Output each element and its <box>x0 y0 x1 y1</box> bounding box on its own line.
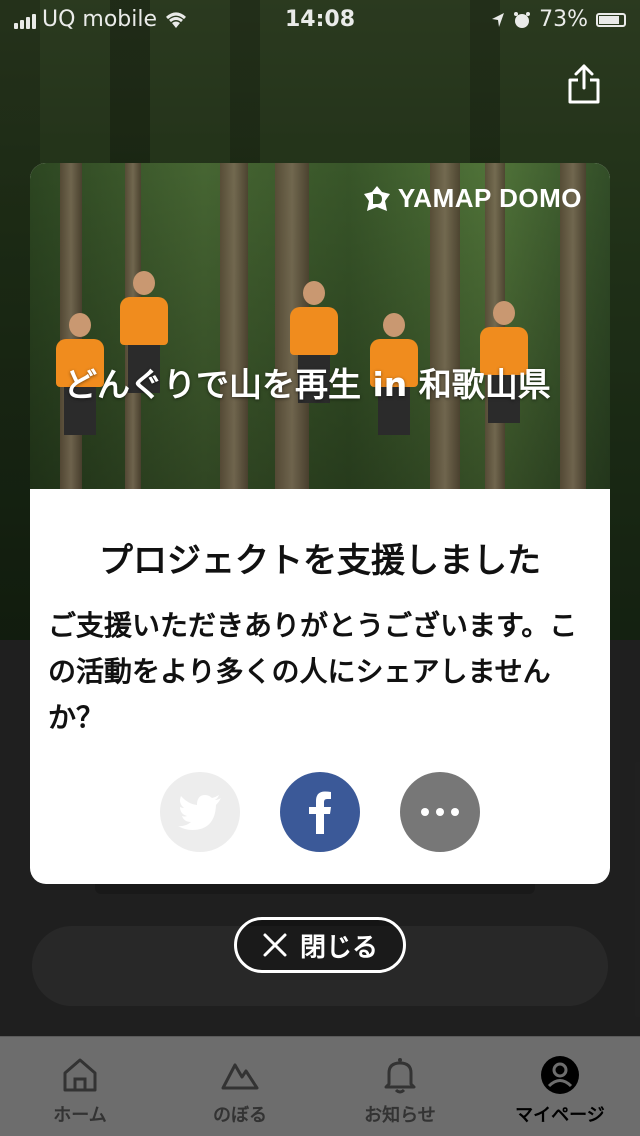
share-icon[interactable] <box>566 62 602 104</box>
battery-percent: 73% <box>539 7 588 32</box>
tab-bar: ホーム のぼる お知らせ マイページ <box>0 1036 640 1136</box>
status-right: 73% <box>491 7 626 32</box>
tab-mypage[interactable]: マイページ <box>480 1037 640 1136</box>
more-share-button[interactable] <box>400 772 480 852</box>
twitter-icon <box>178 795 221 830</box>
home-icon <box>63 1058 97 1092</box>
share-buttons <box>30 772 610 852</box>
facebook-share-button[interactable] <box>280 772 360 852</box>
close-icon <box>263 933 287 957</box>
facebook-icon <box>309 791 331 834</box>
support-complete-modal: YAMAP DOMO どんぐりで山を再生 in 和歌山県 プロジェクトを支援しま… <box>30 163 610 884</box>
tab-label: マイページ <box>515 1105 605 1126</box>
tab-notifications[interactable]: お知らせ <box>320 1037 480 1136</box>
yamap-logo-icon <box>363 185 390 211</box>
tab-label: ホーム <box>53 1105 107 1126</box>
modal-title: プロジェクトを支援しました <box>99 541 541 581</box>
mountain-icon <box>221 1063 259 1090</box>
tab-home[interactable]: ホーム <box>0 1037 160 1136</box>
location-icon <box>492 12 505 27</box>
modal-message: ご支援いただきありがとうございます。この活動をより多くの人にシェアしませんか？ <box>48 609 578 734</box>
alarm-icon <box>514 11 531 28</box>
project-title: どんぐりで山を再生 in 和歌山県 <box>64 365 551 404</box>
battery-icon <box>596 12 626 27</box>
more-icon <box>421 808 459 816</box>
tab-label: のぼる <box>213 1105 267 1126</box>
bell-icon <box>384 1058 416 1094</box>
yamap-domo-logo: YAMAP DOMO <box>362 183 582 214</box>
user-icon <box>541 1056 579 1094</box>
status-bar: UQ mobile 14:08 73% <box>0 0 640 40</box>
brand-name: YAMAP DOMO <box>397 183 582 213</box>
tab-label: お知らせ <box>364 1105 436 1126</box>
close-button[interactable]: 閉じる <box>234 917 406 973</box>
tab-climb[interactable]: のぼる <box>160 1037 320 1136</box>
twitter-share-button[interactable] <box>160 772 240 852</box>
close-label: 閉じる <box>299 932 378 963</box>
project-image: YAMAP DOMO どんぐりで山を再生 in 和歌山県 <box>30 163 610 489</box>
